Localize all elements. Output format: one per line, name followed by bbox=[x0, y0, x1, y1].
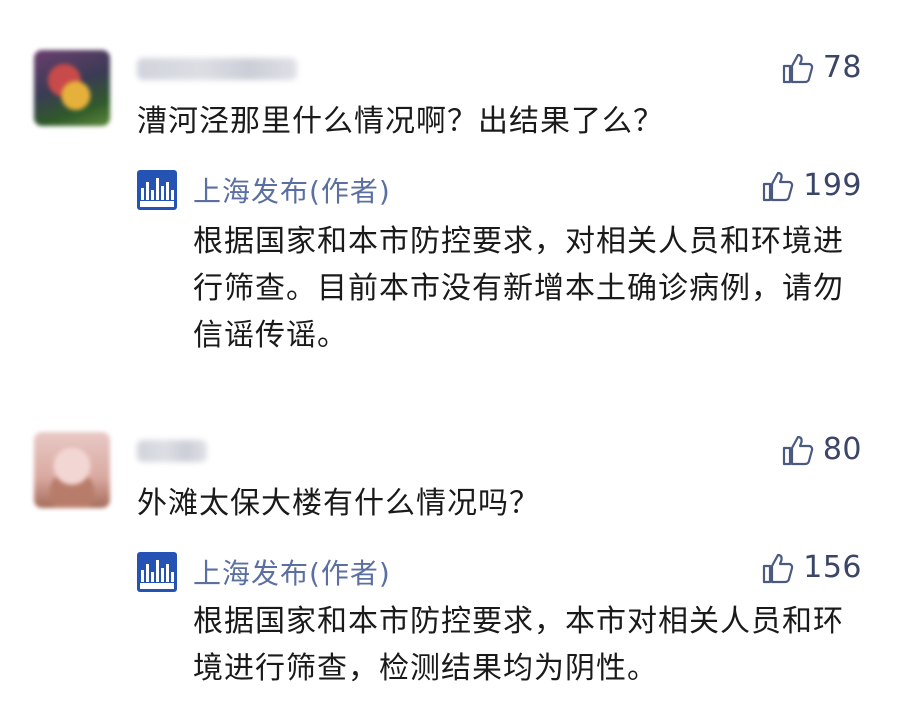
author-avatar[interactable] bbox=[137, 552, 177, 592]
comment-text: 外滩太保大楼有什么情况吗？ bbox=[137, 486, 540, 521]
thumbs-up-icon bbox=[782, 53, 814, 83]
like-count: 156 bbox=[803, 550, 862, 585]
reply-author-name[interactable]: 上海发布(作者) bbox=[193, 552, 391, 592]
like-button[interactable]: 199 bbox=[761, 168, 862, 203]
reply-author-name[interactable]: 上海发布(作者) bbox=[193, 170, 391, 210]
thumbs-up-icon bbox=[782, 435, 814, 465]
thumbs-up-icon bbox=[763, 171, 794, 201]
username-blurred[interactable] bbox=[137, 440, 207, 462]
like-button[interactable]: 80 bbox=[781, 432, 862, 467]
like-count: 78 bbox=[822, 50, 862, 85]
comment-thread: 78 漕河泾那里什么情况啊？出结果了么？ 上海发布(作者) 199 根据国家和本… bbox=[0, 0, 900, 719]
like-button[interactable]: 156 bbox=[761, 550, 862, 585]
reply-text: 根据国家和本市防控要求，对相关人员和环境进行筛查。目前本市没有新增本土确诊病例，… bbox=[193, 224, 844, 353]
user-avatar[interactable] bbox=[34, 50, 110, 126]
author-avatar[interactable] bbox=[137, 170, 177, 210]
username-blurred[interactable] bbox=[137, 58, 297, 80]
like-count: 80 bbox=[822, 432, 862, 467]
user-avatar[interactable] bbox=[34, 432, 110, 508]
like-count: 199 bbox=[803, 168, 862, 203]
reply-text: 根据国家和本市防控要求，本市对相关人员和环境进行筛查，检测结果均为阴性。 bbox=[193, 604, 844, 686]
thumbs-up-icon bbox=[763, 553, 794, 583]
comment-text: 漕河泾那里什么情况啊？出结果了么？ bbox=[137, 104, 664, 139]
like-button[interactable]: 78 bbox=[781, 50, 862, 85]
